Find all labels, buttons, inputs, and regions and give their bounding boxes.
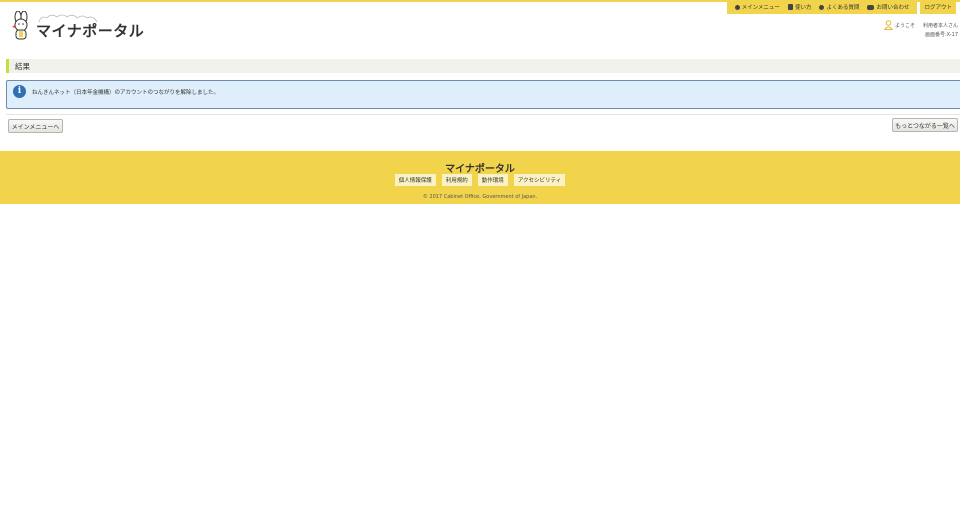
user-icon (884, 20, 893, 30)
welcome-text: ようこそ (895, 23, 916, 29)
site-footer: マイナポータル 個人情報保護 利用規約 動作環境 アクセシビリティ © 2017… (0, 151, 960, 204)
logout-button[interactable]: ログアウト (920, 0, 956, 14)
copyright: © 2017 Cabinet Office, Government of Jap… (422, 194, 538, 200)
footer-links: 個人情報保護 利用規約 動作環境 アクセシビリティ (0, 174, 960, 186)
nav-how-to-use-label: 使い方 (794, 5, 812, 11)
logo-text: マイナポータル (36, 22, 145, 40)
chat-icon (867, 4, 875, 10)
info-message: ねんきんネット（日本年金機構）のアカウントのつながりを解除しました。 (32, 90, 220, 96)
connection-list-button[interactable]: もっとつながる一覧へ (892, 118, 958, 132)
nav-contact[interactable]: お問い合わせ (867, 3, 909, 11)
nav-faq-label: よくある質問 (826, 5, 860, 11)
book-icon (787, 4, 793, 10)
main-menu-button[interactable]: メインメニューへ (8, 119, 63, 133)
site-header: マイナポータル メインメニュー 使い方 よくある質問 お問い合わせ ログアウト (0, 0, 960, 56)
top-navigation: メインメニュー 使い方 よくある質問 お問い合わせ ログアウト (726, 0, 956, 14)
footer-link-terms[interactable]: 利用規約 (441, 174, 472, 186)
footer-link-privacy[interactable]: 個人情報保護 (394, 174, 436, 186)
question-icon (819, 4, 825, 10)
footer-link-environment[interactable]: 動作環境 (477, 174, 508, 186)
nav-how-to-use[interactable]: 使い方 (787, 3, 812, 11)
mascot-icon (12, 11, 28, 40)
info-icon: i (13, 85, 26, 98)
nav-main-menu-label: メインメニュー (741, 5, 780, 11)
site-logo[interactable]: マイナポータル (9, 11, 144, 43)
arrow-circle-icon (734, 4, 740, 10)
nav-contact-label: お問い合わせ (876, 5, 910, 11)
divider (6, 114, 960, 115)
username: 利用者本人さん (922, 23, 958, 29)
page-title: 結果 (15, 62, 30, 71)
section-header: 結果 (6, 59, 960, 73)
footer-link-accessibility[interactable]: アクセシビリティ (513, 174, 566, 186)
top-nav-menu: メインメニュー 使い方 よくある質問 お問い合わせ (726, 0, 918, 14)
screen-id: 画面番号:X-17 (924, 32, 958, 38)
nav-main-menu[interactable]: メインメニュー (734, 3, 780, 11)
info-message-box: i ねんきんネット（日本年金機構）のアカウントのつながりを解除しました。 (6, 80, 960, 109)
nav-faq[interactable]: よくある質問 (819, 3, 859, 11)
user-info: ようこそ 利用者本人さん 画面番号:X-17 (884, 20, 958, 40)
footer-title: マイナポータル (445, 164, 515, 175)
